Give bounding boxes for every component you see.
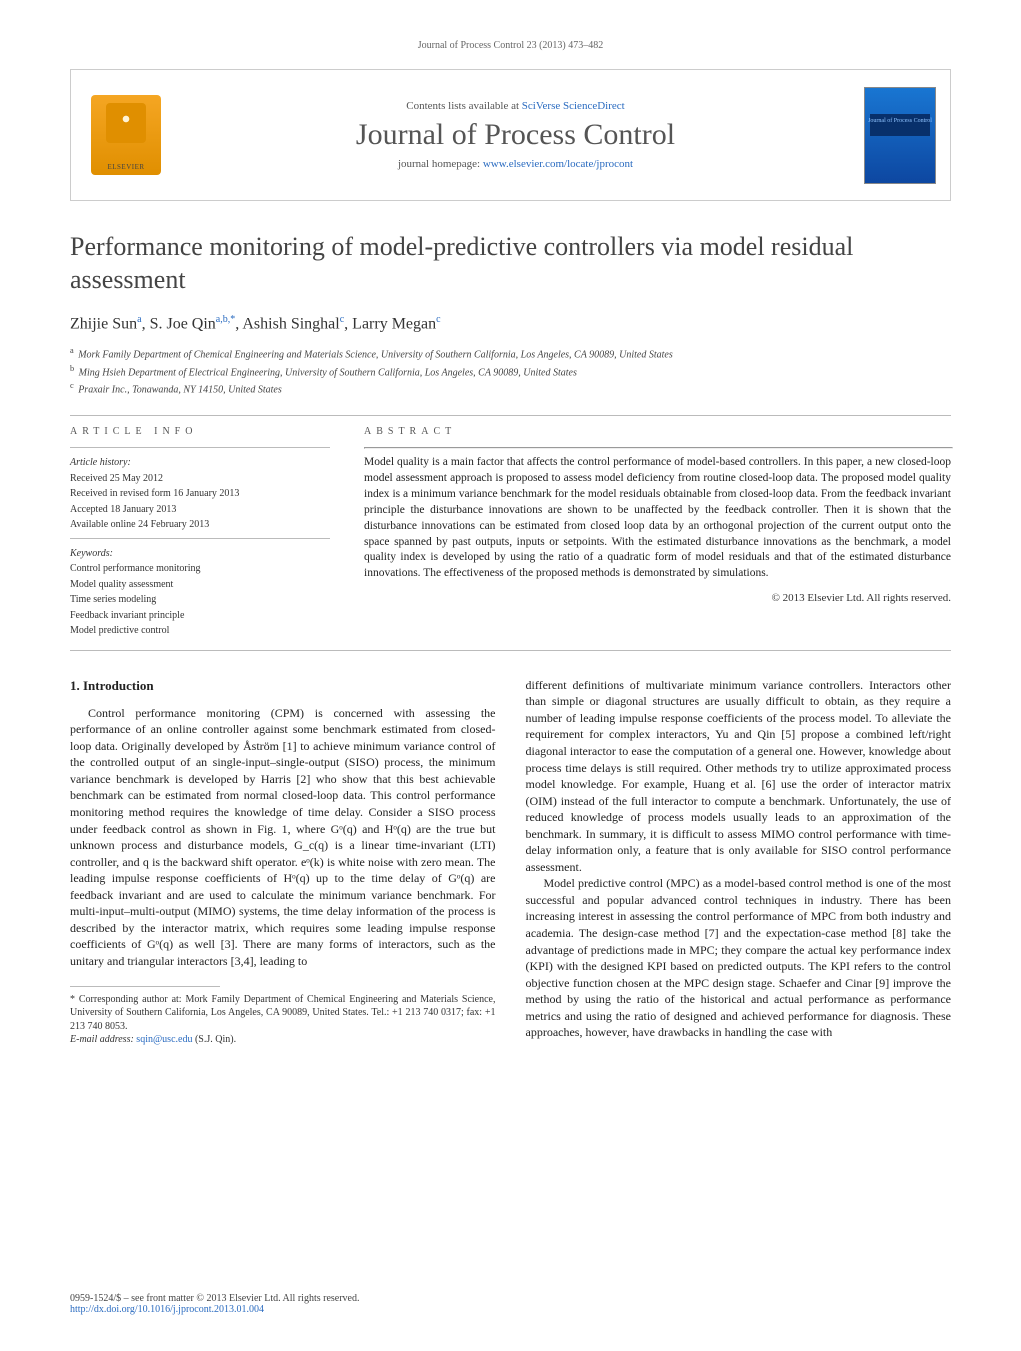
- article-info-heading: article info: [70, 426, 330, 437]
- article-history-label: Article history:: [70, 456, 330, 470]
- divider-top: [70, 415, 951, 416]
- sciencedirect-link[interactable]: SciVerse ScienceDirect: [522, 100, 625, 112]
- body-paragraph: Control performance monitoring (CPM) is …: [70, 705, 496, 970]
- journal-cover-area: Journal of Process Control: [850, 70, 950, 200]
- keyword: Feedback invariant principle: [70, 609, 330, 623]
- history-accepted: Accepted 18 January 2013: [70, 503, 330, 517]
- affiliation-b-text: Ming Hsieh Department of Electrical Engi…: [79, 367, 577, 378]
- keyword: Model predictive control: [70, 624, 330, 638]
- issn-copyright-line: 0959-1524/$ – see front matter © 2013 El…: [70, 1293, 951, 1304]
- author-list: Zhijie Suna, S. Joe Qina,b,*, Ashish Sin…: [70, 314, 951, 333]
- footnote-separator: [70, 986, 220, 987]
- section-1-heading: 1. Introduction: [70, 677, 496, 695]
- abstract-heading: abstract: [364, 426, 951, 437]
- abstract-column: abstract Model quality is a main factor …: [364, 426, 951, 640]
- doi-link[interactable]: http://dx.doi.org/10.1016/j.jprocont.201…: [70, 1304, 264, 1315]
- contents-available-line: Contents lists available at SciVerse Sci…: [406, 100, 624, 112]
- doi-prefix: http://dx.doi.org/: [70, 1304, 138, 1315]
- affiliation-c: c Praxair Inc., Tonawanda, NY 14150, Uni…: [70, 380, 951, 397]
- article-info-column: article info Article history: Received 2…: [70, 426, 330, 640]
- affiliation-b: b Ming Hsieh Department of Electrical En…: [70, 363, 951, 380]
- page-root: Journal of Process Control 23 (2013) 473…: [0, 0, 1021, 1351]
- abstract-divider: [364, 447, 953, 449]
- journal-homepage-line: journal homepage: www.elsevier.com/locat…: [398, 158, 633, 170]
- journal-cover-thumb: Journal of Process Control: [864, 87, 936, 184]
- article-title: Performance monitoring of model-predicti…: [70, 231, 951, 296]
- abstract-copyright: © 2013 Elsevier Ltd. All rights reserved…: [364, 592, 951, 604]
- history-received: Received 25 May 2012: [70, 472, 330, 486]
- divider-mid: [70, 650, 951, 651]
- keywords-label: Keywords:: [70, 547, 330, 561]
- corresponding-email-link[interactable]: sqin@usc.edu: [136, 1034, 192, 1045]
- contents-prefix: Contents lists available at: [406, 100, 521, 112]
- affiliations: a Mork Family Department of Chemical Eng…: [70, 345, 951, 397]
- corresponding-author-footnote: * Corresponding author at: Mork Family D…: [70, 993, 496, 1034]
- masthead-center: Contents lists available at SciVerse Sci…: [181, 70, 850, 200]
- history-online: Available online 24 February 2013: [70, 518, 330, 532]
- affiliation-c-text: Praxair Inc., Tonawanda, NY 14150, Unite…: [78, 384, 282, 395]
- publisher-logo-area: ELSEVIER: [71, 70, 181, 200]
- affiliation-a-text: Mork Family Department of Chemical Engin…: [78, 350, 673, 361]
- cover-thumb-text: Journal of Process Control: [865, 118, 935, 125]
- footnotes-block: * Corresponding author at: Mork Family D…: [70, 993, 496, 1047]
- elsevier-tree-icon: ELSEVIER: [91, 95, 161, 175]
- affiliation-a: a Mork Family Department of Chemical Eng…: [70, 345, 951, 362]
- keyword: Control performance monitoring: [70, 562, 330, 576]
- email-attribution: (S.J. Qin).: [192, 1034, 236, 1045]
- homepage-prefix: journal homepage:: [398, 158, 483, 170]
- body-columns: 1. Introduction Control performance moni…: [70, 677, 951, 1047]
- email-label: E-mail address:: [70, 1034, 136, 1045]
- elsevier-logo-text: ELSEVIER: [107, 163, 144, 171]
- info-divider-1: [70, 447, 330, 448]
- page-footer-block: 0959-1524/$ – see front matter © 2013 El…: [70, 1293, 951, 1315]
- body-paragraph: Model predictive control (MPC) as a mode…: [526, 875, 952, 1040]
- history-revised: Received in revised form 16 January 2013: [70, 487, 330, 501]
- doi-line: http://dx.doi.org/10.1016/j.jprocont.201…: [70, 1304, 951, 1315]
- keyword: Model quality assessment: [70, 578, 330, 592]
- masthead: ELSEVIER Contents lists available at Sci…: [70, 69, 951, 201]
- keyword: Time series modeling: [70, 593, 330, 607]
- email-footnote: E-mail address: sqin@usc.edu (S.J. Qin).: [70, 1033, 496, 1047]
- info-divider-2: [70, 538, 330, 539]
- body-paragraph: different definitions of multivariate mi…: [526, 677, 952, 876]
- info-abstract-row: article info Article history: Received 2…: [70, 426, 951, 640]
- running-header: Journal of Process Control 23 (2013) 473…: [70, 40, 951, 51]
- abstract-text: Model quality is a main factor that affe…: [364, 455, 951, 582]
- homepage-link[interactable]: www.elsevier.com/locate/jprocont: [483, 158, 633, 170]
- journal-name: Journal of Process Control: [356, 118, 675, 152]
- doi-value: 10.1016/j.jprocont.2013.01.004: [138, 1304, 264, 1315]
